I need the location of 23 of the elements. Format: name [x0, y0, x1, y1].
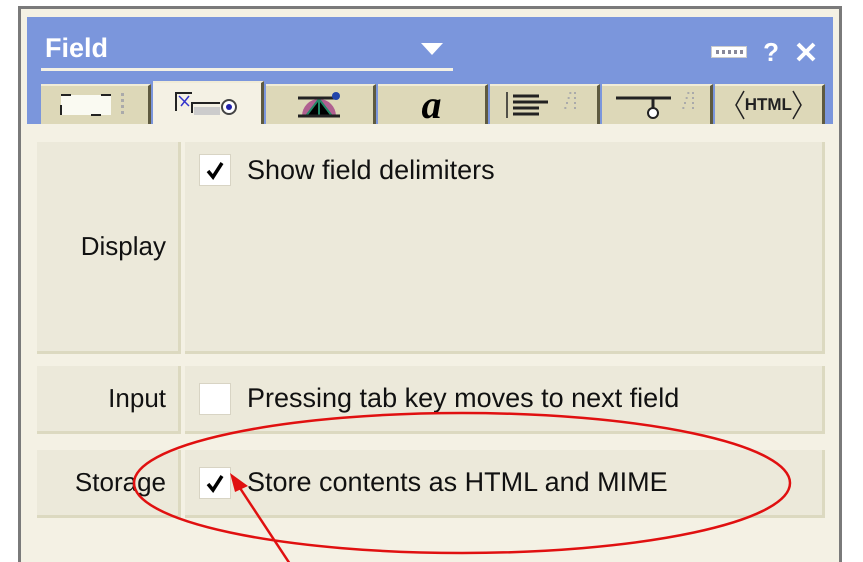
option-label: Store contents as HTML and MIME [247, 467, 668, 498]
tab[interactable] [41, 84, 152, 124]
option-label: Pressing tab key moves to next field [247, 383, 680, 414]
tab[interactable]: HTML [714, 84, 825, 124]
dropdown-icon [421, 42, 443, 54]
checkbox[interactable] [199, 154, 231, 186]
checkbox[interactable] [199, 466, 231, 498]
tab[interactable] [153, 81, 264, 124]
section-label: Input [108, 383, 166, 414]
left-angle-icon [734, 90, 745, 120]
tab[interactable] [266, 84, 376, 124]
tab[interactable] [602, 84, 713, 124]
tab[interactable]: a [378, 84, 488, 124]
close-icon[interactable] [795, 41, 817, 63]
window-title: Field [45, 33, 108, 64]
right-angle-icon [792, 90, 802, 120]
checkbox[interactable] [199, 382, 231, 414]
checkmark-icon [205, 160, 225, 180]
checkmark-icon [205, 472, 225, 492]
section-label: Display [80, 231, 166, 262]
tab[interactable] [490, 84, 600, 124]
option-label: Show field delimiters [247, 154, 495, 186]
collapse-icon[interactable] [711, 46, 748, 58]
